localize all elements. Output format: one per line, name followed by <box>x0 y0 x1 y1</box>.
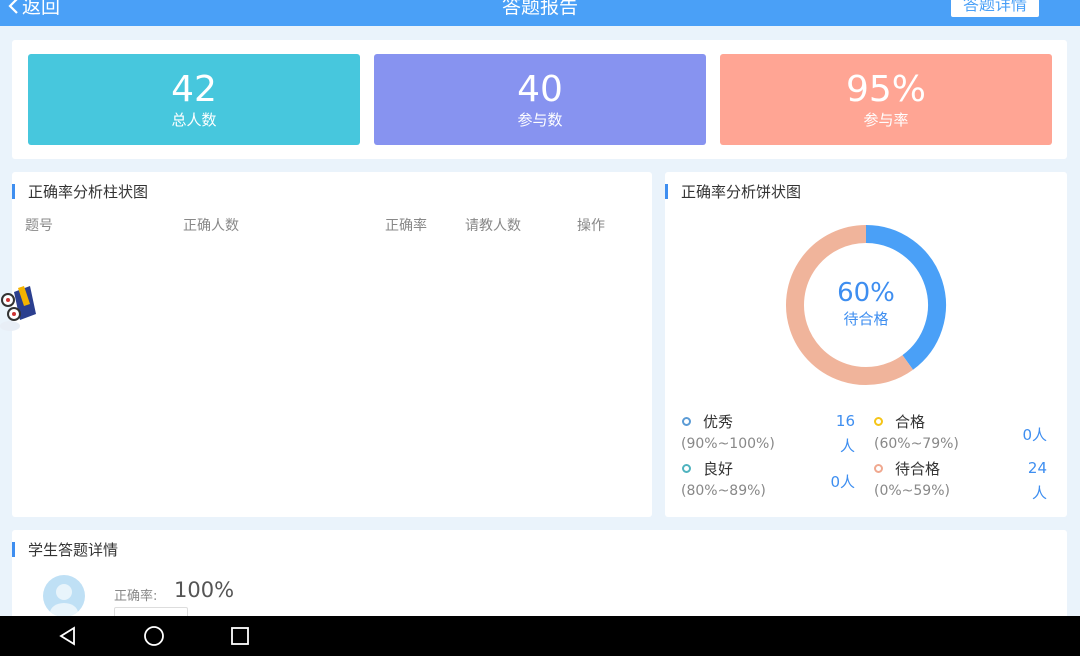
legend-count-excellent: 16 <box>835 412 855 430</box>
legend-dot-good <box>682 464 691 473</box>
stat-participants-label: 参与数 <box>517 111 563 129</box>
stat-rate: 95% 参与率 <box>720 54 1052 145</box>
legend-name-excellent: 优秀 <box>703 413 734 431</box>
student-rate-value: 100% <box>174 578 235 602</box>
column-correct-count: 正确人数 <box>183 218 239 234</box>
student-detail-card: 学生答题详情 正确率: 100% <box>12 530 1067 630</box>
stat-total: 42 总人数 <box>28 54 360 145</box>
answer-detail-button[interactable]: 答题详情 <box>951 0 1039 17</box>
legend-range-good: (80%~89%) <box>681 483 766 499</box>
legend-unit-excellent: 人 <box>839 437 855 455</box>
section-accent <box>12 541 15 557</box>
stat-participants-value: 40 <box>517 69 563 110</box>
section-title: 学生答题详情 <box>28 540 119 559</box>
nav-home-icon[interactable] <box>142 624 166 648</box>
stat-total-label: 总人数 <box>171 111 217 129</box>
column-accuracy: 正确率 <box>385 218 427 234</box>
legend-name-good: 良好 <box>703 460 734 478</box>
legend-name-pending: 待合格 <box>895 460 941 478</box>
nav-recents-icon[interactable] <box>228 624 252 648</box>
section-header: 正确率分析柱状图 <box>12 180 148 202</box>
nav-back-icon[interactable] <box>56 624 80 648</box>
donut-center-label: 待合格 <box>843 310 889 328</box>
legend-range-excellent: (90%~100%) <box>681 436 775 452</box>
accuracy-pie-card: 正确率分析饼状图 60% 待合格 优秀 (90%~100%) 16 人 合格 (… <box>665 172 1067 517</box>
assistant-float-icon[interactable] <box>0 284 38 332</box>
legend-unit-pending: 人 <box>1031 484 1047 502</box>
page-title: 答题报告 <box>501 0 578 18</box>
column-action: 操作 <box>577 218 605 234</box>
stat-total-value: 42 <box>171 69 217 110</box>
system-nav-bar <box>0 616 1080 656</box>
user-avatar-icon <box>50 584 78 617</box>
stat-rate-value: 95% <box>845 69 926 110</box>
avatar[interactable] <box>43 575 85 617</box>
section-accent <box>12 183 15 199</box>
legend-dot-pass <box>874 417 883 426</box>
legend-count-pending: 24 <box>1027 459 1047 477</box>
donut-center-value: 60% <box>837 278 895 308</box>
section-title: 正确率分析柱状图 <box>28 182 149 201</box>
legend-range-pass: (60%~79%) <box>874 436 959 452</box>
accuracy-bar-card: 正确率分析柱状图 题号 正确人数 正确率 请教人数 操作 <box>12 172 652 517</box>
legend-count-pass: 0人 <box>1022 426 1047 444</box>
stats-card: 42 总人数 40 参与数 95% 参与率 <box>12 40 1067 159</box>
stat-participants: 40 参与数 <box>374 54 706 145</box>
legend-count-good: 0人 <box>830 473 855 491</box>
legend-name-pass: 合格 <box>895 413 926 431</box>
stat-rate-label: 参与率 <box>863 111 909 129</box>
column-ask-count: 请教人数 <box>465 218 521 234</box>
legend-range-pending: (0%~59%) <box>874 483 950 499</box>
legend-dot-excellent <box>682 417 691 426</box>
top-bar: 返回 答题报告 答题详情 <box>0 0 1080 26</box>
section-header: 学生答题详情 <box>12 538 118 560</box>
column-question-no: 题号 <box>25 218 53 234</box>
student-rate-label: 正确率: <box>114 589 158 604</box>
legend-dot-pending <box>874 464 883 473</box>
